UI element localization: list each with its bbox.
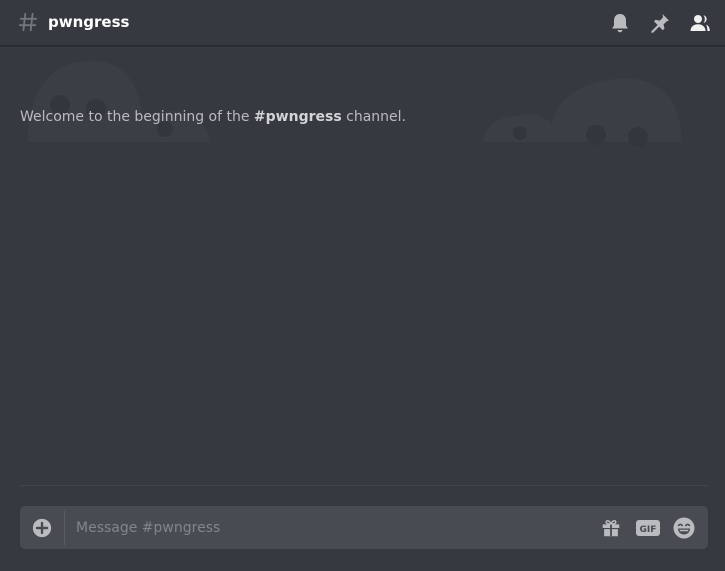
plus-circle-icon xyxy=(32,518,52,537)
composer-separator xyxy=(64,511,65,545)
gif-icon[interactable]: GIF xyxy=(635,516,661,540)
members-icon[interactable] xyxy=(688,11,712,35)
message-input[interactable] xyxy=(76,506,586,549)
welcome-channel-mention: #pwngress xyxy=(253,109,342,125)
channel-header: pwngress xyxy=(0,0,725,46)
channel-name: pwngress xyxy=(48,13,130,31)
chat-window: pwngress Welcome to the beginning of the… xyxy=(0,0,725,571)
bell-icon[interactable] xyxy=(608,11,632,35)
welcome-prefix: Welcome to the beginning of the xyxy=(20,109,254,125)
hash-icon xyxy=(18,12,38,32)
pin-icon[interactable] xyxy=(648,11,672,35)
upload-button[interactable] xyxy=(20,506,64,549)
messages-area[interactable]: Welcome to the beginning of the #pwngres… xyxy=(0,47,725,485)
welcome-mascot-art xyxy=(28,60,682,147)
welcome-suffix: channel. xyxy=(341,109,406,125)
emoji-icon[interactable] xyxy=(672,516,696,540)
welcome-message: Welcome to the beginning of the #pwngres… xyxy=(20,108,406,126)
messages-divider xyxy=(20,485,708,486)
gif-label: GIF xyxy=(640,525,657,535)
gift-icon[interactable] xyxy=(600,516,622,540)
message-composer: GIF xyxy=(20,506,708,549)
